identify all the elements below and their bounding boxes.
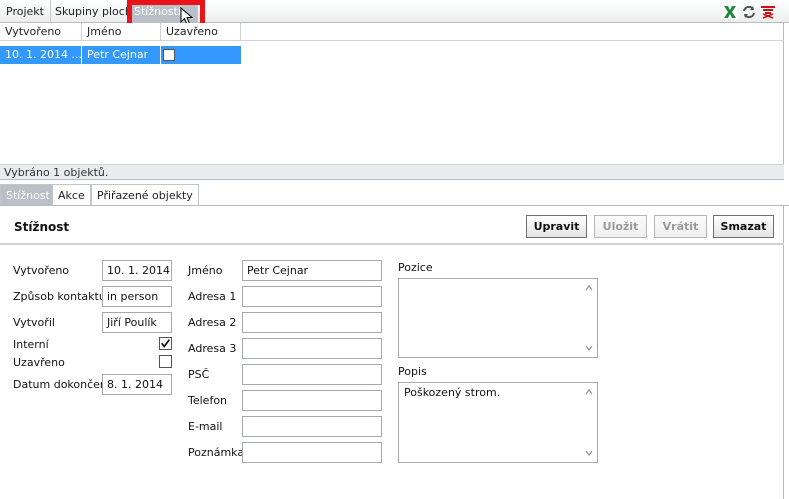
note-field[interactable] [242,442,382,463]
internal-label: Interní [13,338,49,351]
save-button[interactable]: Uložit [594,215,647,238]
excel-icon[interactable] [722,5,738,19]
cell-closed-checkbox[interactable] [163,49,175,61]
tab-prirazene-objekty[interactable]: Přiřazené objekty [91,184,199,205]
complaints-grid: Vytvořeno Jméno Uzavřeno [0,23,784,164]
address1-label: Adresa 1 [188,290,237,303]
column-header-created[interactable]: Vytvořeno [0,23,82,41]
note-label: Poznámka [188,446,245,459]
contact-field[interactable]: in person [102,286,172,307]
contact-label: Způsob kontaktu [13,290,106,303]
zip-label: PSČ [188,368,210,381]
name-field[interactable]: Petr Cejnar [242,260,382,281]
position-label: Pozice [398,261,433,274]
completion-date-field[interactable]: 8. 1. 2014 [102,374,172,395]
remove-filter-icon[interactable] [760,5,776,19]
closed-checkbox[interactable] [159,355,172,368]
delete-button[interactable]: Smazat [713,215,774,238]
grid-header: Vytvořeno Jméno Uzavřeno [0,23,784,41]
scroll-down-icon[interactable] [585,344,593,352]
cell-name: Petr Cejnar [82,46,161,64]
edit-button[interactable]: Upravit [526,215,587,238]
position-scrollbar[interactable] [582,280,596,356]
description-text: Poškozený strom. [404,386,501,399]
address1-field[interactable] [242,286,382,307]
refresh-icon[interactable] [741,5,757,19]
top-tab-bar: Projekt Skupiny ploch Stížnosti [0,0,789,23]
tab-akce[interactable]: Akce [52,184,91,205]
address2-label: Adresa 2 [188,316,237,329]
completion-label: Datum dokončení [13,378,110,391]
checkmark-icon [161,339,170,348]
position-textarea[interactable] [398,278,598,358]
closed-label: Uzavřeno [13,356,65,369]
email-field[interactable] [242,416,382,437]
description-textarea[interactable]: Poškozený strom. [398,382,598,463]
detail-panel [0,206,784,499]
name-label: Jméno [188,264,223,277]
status-bar: Vybráno 1 objektů. [0,164,784,180]
creator-field[interactable]: Jiří Poulík [102,312,172,333]
creator-label: Vytvořil [13,316,55,329]
description-label: Popis [398,365,427,378]
cell-created: 10. 1. 2014 ... [0,46,82,64]
address2-field[interactable] [242,312,382,333]
internal-checkbox[interactable] [159,337,172,350]
email-label: E-mail [188,420,223,433]
column-header-closed[interactable]: Uzavřeno [161,23,241,41]
description-scrollbar[interactable] [582,384,596,461]
zip-field[interactable] [242,364,382,385]
tab-projekt[interactable]: Projekt [0,0,51,23]
table-row[interactable]: 10. 1. 2014 ... Petr Cejnar [0,46,241,64]
address3-field[interactable] [242,338,382,359]
address3-label: Adresa 3 [188,342,237,355]
created-label: Vytvořeno [13,264,70,277]
column-header-name[interactable]: Jméno [82,23,161,41]
detail-tab-bar: Stížnost Akce Přiřazené objekty [0,184,789,206]
tab-stiznost[interactable]: Stížnost [0,184,56,205]
revert-button[interactable]: Vrátit [654,215,707,238]
scroll-up-icon[interactable] [585,388,593,396]
detail-title: Stížnost [14,220,70,234]
scroll-down-icon[interactable] [585,449,593,457]
tab-skupiny-ploch[interactable]: Skupiny ploch [49,0,139,23]
created-field[interactable]: 10. 1. 2014 [102,260,172,281]
phone-label: Telefon [188,394,228,407]
divider [0,243,784,245]
scroll-up-icon[interactable] [585,284,593,292]
phone-field[interactable] [242,390,382,411]
